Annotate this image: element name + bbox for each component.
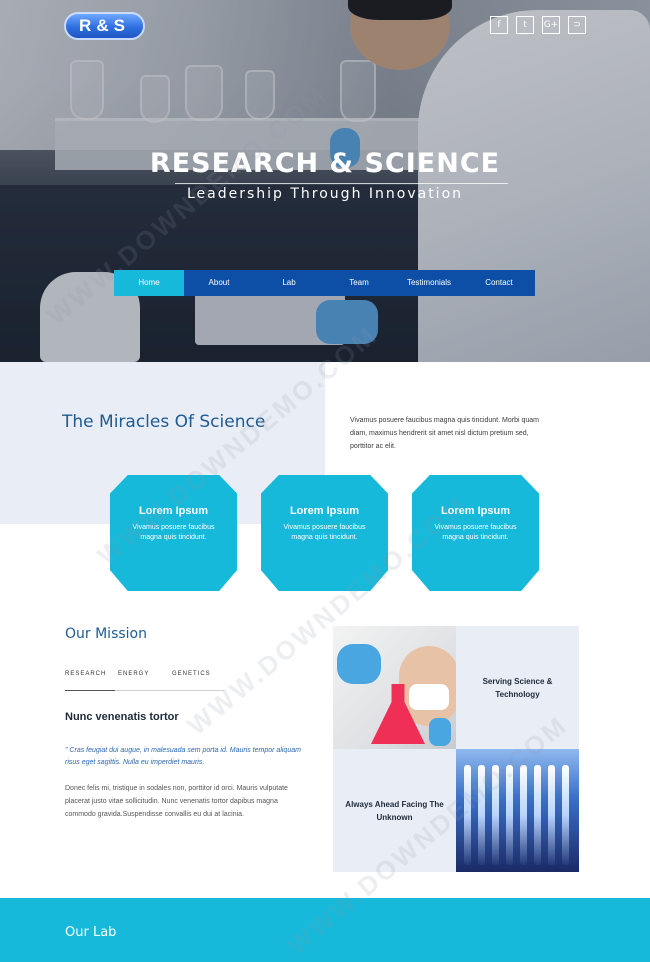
tab-research[interactable]: RESEARCH xyxy=(65,671,118,677)
hero-shade xyxy=(0,0,650,362)
tab-active-underline xyxy=(65,690,115,691)
tab-energy[interactable]: ENERGY xyxy=(118,671,172,677)
test-tube xyxy=(520,765,527,865)
facebook-icon[interactable]: f xyxy=(490,16,508,34)
twitter-icon[interactable]: t xyxy=(516,16,534,34)
nav-team[interactable]: Team xyxy=(324,270,394,296)
test-tube xyxy=(548,765,555,865)
hero-subtitle: Leadership Through Innovation xyxy=(186,186,464,202)
nav-about[interactable]: About xyxy=(184,270,254,296)
tab-genetics[interactable]: GENETICS xyxy=(172,671,211,677)
serving-tile-text: Serving Science & Technology xyxy=(482,676,553,699)
hero-title: RESEARCH & SCIENCE xyxy=(149,148,501,179)
mission-heading: Nunc venenatis tortor xyxy=(65,711,179,723)
lab-title: Our Lab xyxy=(65,925,117,940)
rss-icon[interactable]: ⊃ xyxy=(568,16,586,34)
google-plus-icon[interactable]: G+ xyxy=(542,16,560,34)
nav-contact[interactable]: Contact xyxy=(464,270,534,296)
test-tube xyxy=(562,765,569,865)
main-nav: Home About Lab Team Testimonials Contact xyxy=(114,270,535,296)
mission-title: Our Mission xyxy=(65,626,147,642)
social-links: f t G+ ⊃ xyxy=(490,16,586,34)
mission-quote: " Cras feugiat dui augue, in malesuada s… xyxy=(65,747,301,766)
scientist-mask xyxy=(409,684,449,710)
hero-banner xyxy=(0,0,650,362)
nav-testimonials[interactable]: Testimonials xyxy=(394,270,464,296)
site-logo[interactable]: R&S xyxy=(64,12,145,40)
scientist-glove xyxy=(337,644,381,684)
nav-lab[interactable]: Lab xyxy=(254,270,324,296)
scientist-glove xyxy=(429,718,451,746)
miracles-text: Vivamus posuere faucibus magna quis tinc… xyxy=(350,417,539,450)
feature-card-text: Vivamus posuere faucibus magna quis tinc… xyxy=(283,524,366,541)
feature-card-title: Lorem Ipsum xyxy=(289,505,360,517)
mission-tabs: RESEARCH ENERGY GENETICS xyxy=(65,671,211,677)
mission-body: Donec felis mi, tristique in sodales non… xyxy=(65,785,288,818)
test-tube xyxy=(534,765,541,865)
scientist-flask-image xyxy=(333,626,456,749)
